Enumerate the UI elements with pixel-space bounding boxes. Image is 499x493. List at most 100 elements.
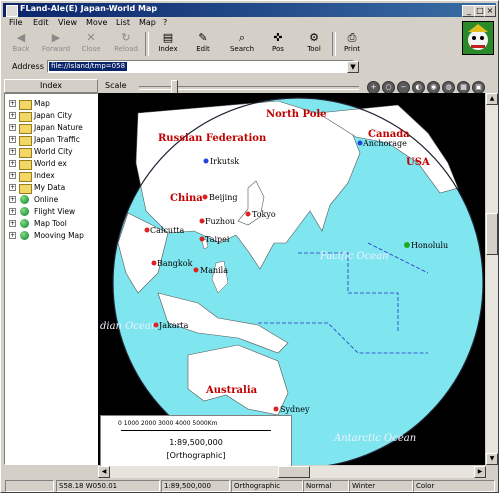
city-marker[interactable] [273,406,279,412]
back-button[interactable]: ◀ Back [4,30,38,58]
city-anchorage: Anchorage [362,139,407,148]
folder-icon [19,172,32,182]
scale-label: Scale [105,81,127,90]
index-icon: ▤ [162,31,174,44]
city-jakarta: Jakarta [158,321,189,330]
status-empty [5,480,54,492]
expand-icon[interactable]: + [9,112,16,119]
city-bangkok: Bangkok [157,259,193,268]
city-taipei: Taipei [205,235,230,244]
pencil-icon: ✎ [198,31,208,44]
tool-button[interactable]: ⚙ Tool [297,30,331,58]
legend-ticks: 0 1000 2000 3000 4000 5000Km [118,420,218,427]
menu-move[interactable]: Move [86,18,107,27]
forward-arrow-icon: ▶ [51,31,61,44]
scroll-up-icon[interactable]: ▲ [486,93,498,105]
city-marker[interactable] [245,211,251,217]
label-china: China [170,193,203,204]
expand-icon[interactable]: + [9,136,16,143]
city-marker[interactable] [404,242,410,248]
expand-icon[interactable]: + [9,220,16,227]
index-button[interactable]: ▤ Index [151,30,185,58]
address-input[interactable]: file://island/tmp=058 [47,60,354,73]
label-pacific-ocean: Pacific Ocean [319,251,389,262]
vertical-scroll-thumb[interactable] [486,213,498,255]
city-marker[interactable] [144,227,150,233]
edit-button[interactable]: ✎ Edit [186,30,220,58]
status-mode: Normal [303,480,349,492]
expand-icon[interactable]: + [9,148,16,155]
city-calcutta: Calcutta [150,226,185,235]
status-coords: S58.18 W050.01 [56,480,160,492]
scale-slider-thumb[interactable] [171,80,178,94]
app-window: FLand-Ale(E) Japan-World Map _ □ × File … [0,0,499,493]
label-indian-ocean: dian Ocean [100,321,157,332]
menu-edit[interactable]: Edit [33,18,49,27]
menu-file[interactable]: File [9,18,22,27]
menu-help[interactable]: ? [163,18,167,27]
menu-list[interactable]: List [116,18,130,27]
menu-view[interactable]: View [58,18,77,27]
folder-icon [19,112,32,122]
close-window-button[interactable]: × [484,5,496,17]
horizontal-scroll-thumb[interactable] [278,466,310,478]
close-button[interactable]: ✕ Close [74,30,108,58]
toolbar-separator [145,32,149,56]
city-manila: Manila [200,266,228,275]
search-button[interactable]: ⌕ Search [225,30,259,58]
city-honolulu: Honolulu [411,241,448,250]
app-icon [6,5,18,17]
status-scale: 1:89,500,000 [161,480,230,492]
expand-icon[interactable]: + [9,172,16,179]
city-marker[interactable] [153,322,159,328]
globe-map[interactable]: Russian Federation North Pole Canada USA… [98,93,485,465]
logo-character-icon [468,24,488,50]
city-fuzhou: Fuzhou [205,217,235,226]
city-marker[interactable] [202,194,208,200]
city-marker[interactable] [203,158,209,164]
label-russia: Russian Federation [158,133,267,144]
city-marker[interactable] [151,260,157,266]
scroll-down-icon[interactable]: ▼ [486,453,498,465]
expand-icon[interactable]: + [9,232,16,239]
expand-icon[interactable]: + [9,196,16,203]
position-icon: ✜ [273,31,283,44]
window-title: FLand-Ale(E) Japan-World Map [20,4,158,13]
globe-icon [20,231,29,240]
expand-icon[interactable]: + [9,124,16,131]
globe-icon [20,219,29,228]
sidebar-tree: + Map + Japan City + Japan Nature + Japan Tr… [4,93,98,465]
search-icon: ⌕ [238,31,246,44]
legend-ratio: 1:89,500,000 [169,438,223,447]
scroll-left-icon[interactable]: ◀ [98,466,110,478]
reload-button[interactable]: ↻ Reload [109,30,143,58]
sidebar-header[interactable]: Index [4,79,98,93]
menu-map[interactable]: Map [139,18,156,27]
pos-button[interactable]: ✜ Pos [261,30,295,58]
city-marker[interactable] [357,140,363,146]
legend-scale-bar [121,430,271,431]
map-view[interactable]: Russian Federation North Pole Canada USA… [98,93,485,465]
expand-icon[interactable]: + [9,208,16,215]
back-arrow-icon: ◀ [16,31,26,44]
scroll-right-icon[interactable]: ▶ [474,466,486,478]
globe-icon [20,207,29,216]
address-dropdown-button[interactable]: ▼ [347,61,359,73]
forward-button[interactable]: ▶ Forward [39,30,73,58]
close-icon: ✕ [86,31,96,44]
expand-icon[interactable]: + [9,100,16,107]
city-irkutsk: Irkutsk [210,157,239,166]
folder-icon [19,148,32,158]
city-marker[interactable] [193,267,199,273]
address-label: Address [12,62,44,71]
city-marker[interactable] [199,218,205,224]
globe-icon [20,195,29,204]
horizontal-scrollbar[interactable]: ◀ ▶ [98,466,486,478]
expand-icon[interactable]: + [9,184,16,191]
print-button[interactable]: ⎙ Print [335,30,369,58]
city-marker[interactable] [199,236,205,242]
status-projection: Orthographic [231,480,303,492]
legend-projection: [Orthographic] [166,451,226,460]
expand-icon[interactable]: + [9,160,16,167]
vertical-scrollbar[interactable]: ▲ ▼ [486,93,498,465]
